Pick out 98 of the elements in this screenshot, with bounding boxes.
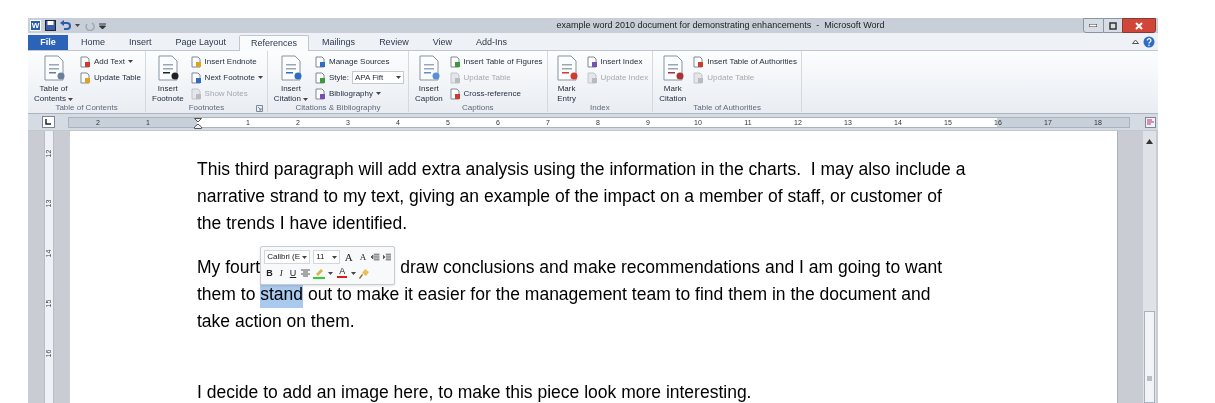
ribbon-large-button[interactable]: Insert Caption (413, 54, 445, 104)
document-text: take action on them. (197, 310, 355, 333)
restore-button[interactable] (1103, 18, 1122, 33)
minimize-icon (1089, 24, 1098, 27)
font-name-field[interactable]: Calibri (E (264, 250, 311, 264)
vertical-scrollbar[interactable] (1143, 131, 1156, 403)
group-label: Table of Contents (55, 104, 118, 112)
ribbon-small-button[interactable]: Update Table (79, 71, 142, 84)
scrollbar-thumb[interactable] (1144, 311, 1155, 403)
ribbon-large-button[interactable]: Mark Entry (551, 54, 582, 104)
group-label: Footnotes (188, 104, 225, 112)
document-text: them to (197, 283, 257, 306)
shrink-font-button[interactable]: A (357, 250, 369, 264)
document-icon (79, 55, 92, 68)
caret-icon (331, 255, 337, 259)
document-icon (692, 55, 705, 68)
document-icon (448, 55, 461, 68)
ribbon-tab[interactable]: Mailings (311, 35, 367, 51)
caret-icon (302, 255, 308, 259)
dialog-launcher-icon[interactable] (255, 104, 263, 112)
document-icon (79, 71, 92, 84)
italic-button[interactable]: I (277, 266, 285, 280)
scroll-up-icon[interactable] (1146, 139, 1153, 144)
style-dropdown[interactable]: APA Fift (352, 71, 404, 84)
underline-button[interactable]: U (287, 266, 299, 280)
undo-icon[interactable] (60, 20, 71, 31)
grow-font-button[interactable]: A (342, 250, 355, 264)
ribbon-small-button[interactable]: Insert Index (585, 55, 649, 68)
ribbon-small-button[interactable]: Insert Endnote (189, 55, 263, 68)
save-icon[interactable] (45, 20, 56, 31)
ribbon-large-button[interactable]: Insert Footnote (150, 54, 186, 104)
document-text: I decide to add an image here, to make this piece look more interesting. (197, 381, 752, 403)
document-icon (314, 55, 326, 68)
style-label: Style: (329, 73, 349, 82)
ribbon-tab[interactable]: Page Layout (164, 35, 238, 51)
caret-icon (328, 271, 334, 275)
font-size-field[interactable]: 11 (313, 250, 340, 264)
document-text: My fourt (197, 256, 261, 279)
ribbon-small-button[interactable]: Add Text (79, 55, 142, 68)
help-icon[interactable] (1143, 35, 1155, 48)
caret-icon (257, 76, 263, 79)
increase-indent-icon[interactable] (382, 252, 392, 262)
document-icon (585, 55, 598, 68)
tab-selector-icon[interactable] (41, 116, 55, 128)
view-ruler-icon[interactable] (1144, 116, 1156, 128)
document-icon (189, 87, 202, 100)
document-text: narrative strand to my text, giving an example of the impact on a member of staff, or customer of (197, 185, 942, 208)
caret-icon (128, 60, 133, 63)
caret-icon (75, 24, 80, 27)
ribbon-small-button[interactable]: Next Footnote (189, 71, 263, 84)
document-text: draw conclusions and make recommendations and I am going to want (400, 256, 943, 279)
caret-icon (376, 92, 381, 95)
word-app-icon[interactable]: W (30, 20, 41, 31)
document-text: This third paragraph will add extra analysis using the information in the charts. I may also include a (197, 158, 966, 181)
document-icon (314, 71, 326, 84)
close-button[interactable] (1122, 18, 1156, 33)
group-label: Citations & Bibliography (295, 104, 381, 112)
window-title: example word 2010 document for demonstrating enhancements - Microsoft Word (555, 18, 886, 32)
document-icon (189, 55, 202, 68)
ribbon-tab[interactable]: Insert (118, 35, 163, 51)
format-painter-icon[interactable] (359, 267, 371, 279)
caret-icon (396, 76, 401, 79)
group-label: Captions (462, 104, 494, 112)
document-text: out to make it easier for the management team to find them in the document and (306, 283, 931, 306)
ribbon-small-button[interactable]: Bibliography (314, 87, 404, 100)
document-icon (585, 71, 598, 84)
ribbon-large-button[interactable]: Mark Citation (657, 54, 689, 104)
ribbon-tab[interactable]: Add-Ins (465, 35, 519, 51)
indent-marker-icon[interactable] (194, 117, 202, 129)
ribbon-large-button[interactable]: Insert Citation (271, 54, 310, 104)
ribbon-tab[interactable]: References (239, 35, 310, 51)
document-icon (692, 71, 705, 84)
ribbon-tab[interactable]: View (421, 35, 463, 51)
ribbon-tab[interactable]: Review (368, 35, 420, 51)
ribbon-small-button[interactable]: Cross-reference (448, 87, 543, 100)
font-color-button[interactable]: A (336, 266, 349, 280)
restore-icon (1108, 21, 1117, 30)
document-icon (189, 71, 202, 84)
customize-toolbar-icon[interactable] (99, 21, 106, 30)
close-icon (1135, 21, 1143, 30)
caret-icon (303, 97, 308, 101)
collapse-ribbon-icon[interactable] (1132, 39, 1139, 44)
decrease-indent-icon[interactable] (371, 252, 380, 262)
document-icon (314, 87, 326, 100)
document-icon (448, 87, 461, 100)
ribbon-small-button[interactable]: Insert Table of Authorities (692, 55, 797, 68)
bold-button[interactable]: B (264, 266, 275, 280)
document-text: the trends I have identified. (197, 212, 408, 235)
caret-icon (351, 271, 357, 275)
file-tab[interactable]: File (28, 35, 68, 50)
ribbon-small-button[interactable]: Insert Table of Figures (448, 55, 543, 68)
document-icon (448, 71, 461, 84)
group-label: Index (590, 104, 610, 112)
ribbon-tab[interactable]: Home (70, 35, 116, 51)
ribbon-large-button[interactable]: Table of Contents (32, 54, 76, 104)
caret-icon (68, 97, 74, 101)
ribbon-small-button[interactable]: Manage Sources (314, 55, 404, 68)
group-label: Table of Authorities (693, 104, 761, 112)
